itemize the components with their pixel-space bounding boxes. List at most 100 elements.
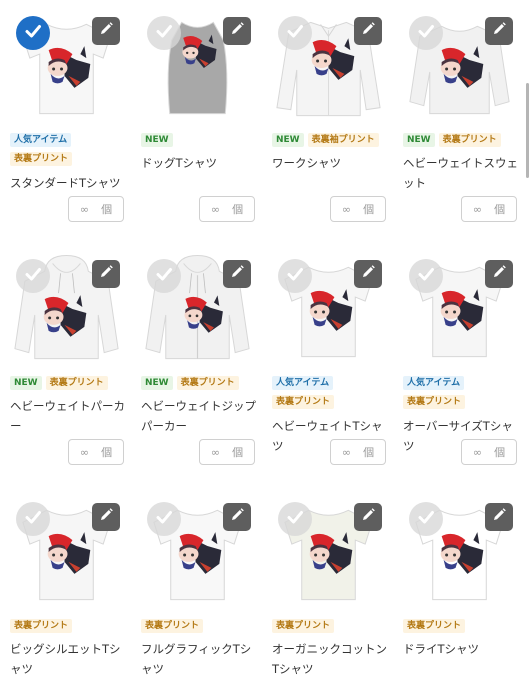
- product-name[interactable]: ワークシャツ: [272, 153, 390, 173]
- quantity-input[interactable]: ∞ 個: [68, 439, 124, 465]
- pencil-icon: [360, 507, 376, 527]
- product-name[interactable]: ヘビーウェイトジップパーカー: [141, 396, 259, 436]
- tag-print: 表裏プリント: [272, 619, 335, 633]
- quantity-unit: 個: [363, 446, 375, 459]
- select-toggle[interactable]: [147, 259, 181, 293]
- product-card[interactable]: 人気アイテム 表裏プリント ヘビーウェイトTシャツ ∞ 個: [262, 243, 393, 486]
- select-toggle[interactable]: [409, 502, 443, 536]
- edit-button[interactable]: [354, 503, 382, 531]
- tag-list: NEW: [141, 133, 259, 147]
- tag-popular: 人気アイテム: [10, 133, 72, 147]
- tag-list: NEW 表裏プリント: [141, 376, 259, 390]
- product-card[interactable]: 表裏プリント ドライTシャツ: [393, 486, 524, 680]
- product-card[interactable]: 人気アイテム 表裏プリント スタンダードTシャツ ∞ 個: [0, 0, 131, 243]
- product-card[interactable]: 表裏プリント ビッグシルエットTシャツ: [0, 486, 131, 680]
- quantity-input[interactable]: ∞ 個: [330, 196, 386, 222]
- checkmark-icon: [23, 264, 43, 288]
- tag-print: 表裏プリント: [438, 133, 501, 147]
- tag-print: 表裏プリント: [141, 619, 204, 633]
- quantity-unit: 個: [232, 203, 244, 216]
- product-name[interactable]: スタンダードTシャツ: [10, 173, 128, 193]
- quantity-input[interactable]: ∞ 個: [330, 439, 386, 465]
- tag-new: NEW: [10, 376, 42, 390]
- tag-list: 人気アイテム 表裏プリント: [403, 376, 521, 409]
- quantity-unit: 個: [494, 446, 506, 459]
- pencil-icon: [491, 507, 507, 527]
- select-toggle[interactable]: [16, 16, 50, 50]
- tag-new: NEW: [403, 133, 435, 147]
- edit-button[interactable]: [485, 17, 513, 45]
- quantity-unit: 個: [363, 203, 375, 216]
- product-name[interactable]: ヘビーウェイトパーカー: [10, 396, 128, 436]
- quantity-input[interactable]: ∞ 個: [461, 439, 517, 465]
- product-name[interactable]: ビッグシルエットTシャツ: [10, 639, 128, 679]
- select-toggle[interactable]: [409, 259, 443, 293]
- checkmark-icon: [285, 507, 305, 531]
- quantity-placeholder: ∞: [210, 202, 221, 216]
- tag-popular: 人気アイテム: [272, 376, 334, 390]
- product-name[interactable]: ドッグTシャツ: [141, 153, 259, 173]
- product-card[interactable]: NEW 表裏袖プリント ワークシャツ ∞ 個: [262, 0, 393, 243]
- quantity-input[interactable]: ∞ 個: [199, 439, 255, 465]
- quantity-input[interactable]: ∞ 個: [199, 196, 255, 222]
- edit-button[interactable]: [354, 260, 382, 288]
- quantity-placeholder: ∞: [341, 445, 352, 459]
- edit-button[interactable]: [223, 17, 251, 45]
- product-card[interactable]: NEW 表裏プリント ヘビーウェイトスウェット ∞ 個: [393, 0, 524, 243]
- edit-button[interactable]: [92, 503, 120, 531]
- quantity-input[interactable]: ∞ 個: [68, 196, 124, 222]
- edit-button[interactable]: [223, 260, 251, 288]
- product-name[interactable]: オーガニックコットンTシャツ: [272, 639, 390, 679]
- scrollbar[interactable]: [526, 83, 529, 178]
- product-card[interactable]: NEW ドッグTシャツ ∞ 個: [131, 0, 262, 243]
- edit-button[interactable]: [485, 503, 513, 531]
- product-name[interactable]: ドライTシャツ: [403, 639, 521, 659]
- edit-button[interactable]: [92, 17, 120, 45]
- quantity-unit: 個: [494, 203, 506, 216]
- checkmark-icon: [416, 21, 436, 45]
- product-card[interactable]: NEW 表裏プリント ヘビーウェイトジップパーカー ∞ 個: [131, 243, 262, 486]
- checkmark-icon: [154, 21, 174, 45]
- pencil-icon: [491, 264, 507, 284]
- quantity-input[interactable]: ∞ 個: [461, 196, 517, 222]
- edit-button[interactable]: [223, 503, 251, 531]
- edit-button[interactable]: [485, 260, 513, 288]
- checkmark-icon: [154, 264, 174, 288]
- select-toggle[interactable]: [16, 259, 50, 293]
- tag-print: 表裏プリント: [10, 152, 73, 166]
- checkmark-icon: [285, 264, 305, 288]
- select-toggle[interactable]: [278, 502, 312, 536]
- tag-print: 表裏プリント: [403, 395, 466, 409]
- tag-new: NEW: [272, 133, 304, 147]
- pencil-icon: [98, 21, 114, 41]
- edit-button[interactable]: [354, 17, 382, 45]
- select-toggle[interactable]: [16, 502, 50, 536]
- pencil-icon: [98, 264, 114, 284]
- product-name[interactable]: ヘビーウェイトスウェット: [403, 153, 521, 193]
- select-toggle[interactable]: [147, 16, 181, 50]
- select-toggle[interactable]: [147, 502, 181, 536]
- product-card[interactable]: 表裏プリント オーガニックコットンTシャツ: [262, 486, 393, 680]
- quantity-placeholder: ∞: [79, 202, 90, 216]
- quantity-unit: 個: [101, 446, 113, 459]
- product-grid: 人気アイテム 表裏プリント スタンダードTシャツ ∞ 個 NEW ドッグTシャツ ∞…: [0, 0, 524, 680]
- pencil-icon: [98, 507, 114, 527]
- quantity-unit: 個: [101, 203, 113, 216]
- edit-button[interactable]: [92, 260, 120, 288]
- pencil-icon: [229, 21, 245, 41]
- product-card[interactable]: 表裏プリント フルグラフィックTシャツ: [131, 486, 262, 680]
- product-name[interactable]: フルグラフィックTシャツ: [141, 639, 259, 679]
- pencil-icon: [229, 507, 245, 527]
- product-card[interactable]: NEW 表裏プリント ヘビーウェイトパーカー ∞ 個: [0, 243, 131, 486]
- select-toggle[interactable]: [278, 259, 312, 293]
- product-card[interactable]: 人気アイテム 表裏プリント オーバーサイズTシャツ ∞ 個: [393, 243, 524, 486]
- tag-list: NEW 表裏袖プリント: [272, 133, 390, 147]
- quantity-unit: 個: [232, 446, 244, 459]
- checkmark-icon: [154, 507, 174, 531]
- quantity-placeholder: ∞: [341, 202, 352, 216]
- checkmark-icon: [416, 264, 436, 288]
- select-toggle[interactable]: [278, 16, 312, 50]
- tag-print: 表裏プリント: [10, 619, 73, 633]
- select-toggle[interactable]: [409, 16, 443, 50]
- tag-list: 表裏プリント: [141, 619, 259, 633]
